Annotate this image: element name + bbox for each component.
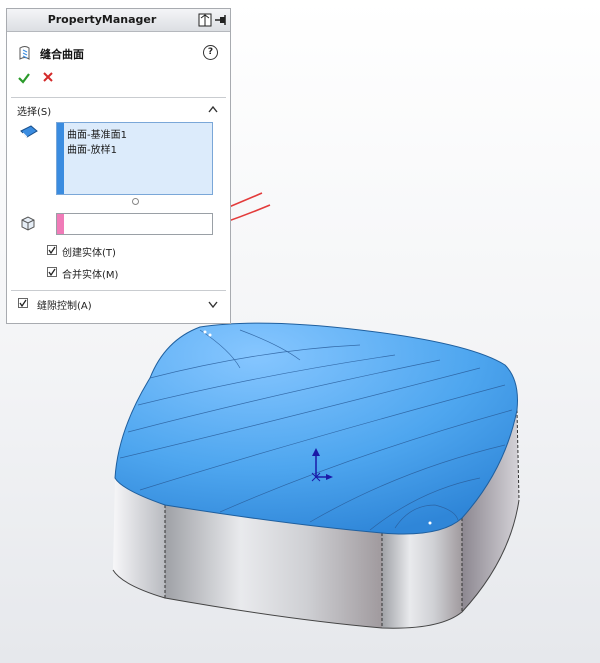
- chevron-up-icon[interactable]: [208, 105, 218, 113]
- merge-solid-checkbox[interactable]: [47, 267, 57, 277]
- pm-title: PropertyManager: [47, 13, 157, 26]
- stitched-surface[interactable]: [114, 322, 518, 535]
- gap-control-title[interactable]: 缝隙控制(A): [37, 297, 92, 312]
- create-solid-checkbox[interactable]: [47, 245, 57, 255]
- selection-color-stripe: [57, 123, 64, 194]
- merge-solid-label[interactable]: 合并实体(M): [62, 266, 118, 281]
- check-icon[interactable]: [17, 71, 31, 85]
- create-solid-label[interactable]: 创建实体(T): [62, 244, 116, 259]
- feature-title: 缝合曲面: [40, 48, 84, 61]
- solid-body-icon: [21, 216, 35, 231]
- separator: [11, 97, 226, 98]
- part-front-corner: [382, 518, 462, 629]
- secondary-selection-box[interactable]: [56, 213, 213, 235]
- property-manager-panel: PropertyManager 缝合曲面 ? 选择(S) 曲面-基准面1 曲面-…: [6, 8, 231, 324]
- knit-surface-icon: [19, 46, 30, 60]
- gap-control-checkbox[interactable]: [18, 298, 28, 308]
- pm-title-bar: PropertyManager: [7, 9, 230, 32]
- surface-selection-icon: [20, 125, 38, 138]
- secondary-color-stripe: [57, 214, 64, 234]
- expand-panel-icon[interactable]: [197, 12, 213, 28]
- help-icon[interactable]: ?: [203, 45, 218, 60]
- x-icon[interactable]: [42, 71, 54, 83]
- separator: [11, 290, 226, 291]
- resize-handle[interactable]: [132, 198, 139, 205]
- chevron-down-icon[interactable]: [208, 300, 218, 308]
- list-item[interactable]: 曲面-放样1: [67, 141, 117, 156]
- selections-group-title[interactable]: 选择(S): [17, 103, 51, 118]
- surfaces-listbox[interactable]: 曲面-基准面1 曲面-放样1: [56, 122, 213, 195]
- pin-icon[interactable]: [213, 12, 229, 28]
- list-item[interactable]: 曲面-基准面1: [67, 126, 127, 141]
